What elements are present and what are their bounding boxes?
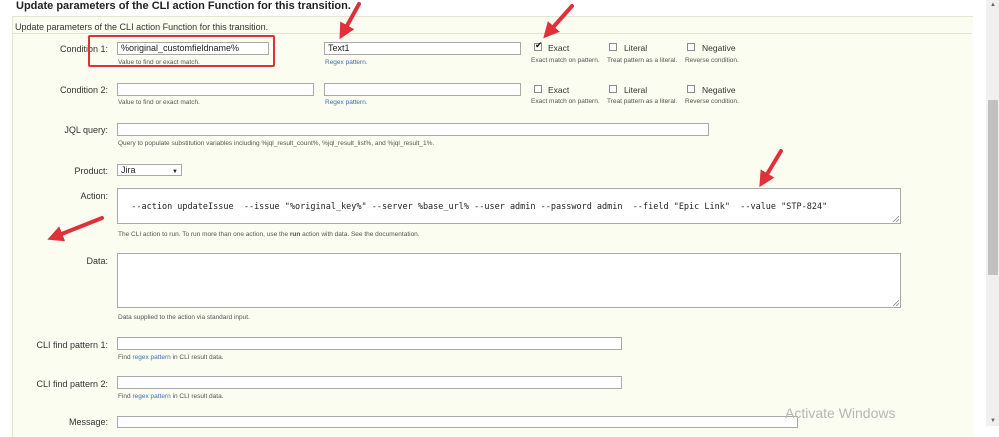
- condition2-negative-checkbox[interactable]: [687, 85, 695, 93]
- activate-windows-watermark: Activate Windows: [785, 405, 896, 421]
- cli-find2-help: Find regex pattern in CLI result data.: [118, 393, 224, 400]
- divider: [12, 33, 972, 34]
- condition2-exact-checkbox[interactable]: [534, 85, 542, 93]
- product-label: Product:: [74, 166, 108, 176]
- condition2-literal-checkbox[interactable]: [609, 85, 617, 93]
- action-label: Action:: [80, 191, 108, 201]
- scroll-up-arrow-icon[interactable]: ▲: [988, 1, 998, 9]
- action-textarea[interactable]: --action updateIssue --issue "%original_…: [117, 188, 901, 224]
- product-select[interactable]: Jira ▼: [117, 164, 182, 176]
- message-input[interactable]: [117, 416, 798, 428]
- panel-header: Update parameters of the CLI action Func…: [15, 22, 269, 32]
- action-value: --action updateIssue --issue "%original_…: [131, 202, 828, 212]
- condition1-exact-checkbox[interactable]: ✔: [534, 40, 543, 51]
- condition2-exact-label: Exact: [548, 85, 570, 95]
- cli-find2-input[interactable]: [117, 376, 622, 389]
- condition1-literal-help: Treat pattern as a literal.: [607, 57, 678, 64]
- data-help: Data supplied to the action via standard…: [118, 314, 250, 321]
- condition2-literal-label: Literal: [624, 85, 648, 95]
- annotation-highlight-box: [88, 35, 275, 67]
- page-title: Update parameters of the CLI action Func…: [16, 0, 351, 12]
- cli-find2-label: CLI find pattern 2:: [36, 379, 108, 389]
- condition2-negative-help: Reverse condition.: [685, 98, 739, 105]
- condition2-negative-label: Negative: [702, 85, 736, 95]
- condition1-exact-label: Exact: [548, 43, 570, 53]
- cli-find1-input[interactable]: [117, 337, 622, 350]
- jql-label: JQL query:: [64, 125, 108, 135]
- scrollbar-thumb[interactable]: [988, 100, 998, 275]
- data-textarea[interactable]: [117, 253, 901, 308]
- condition1-regex-help: Regex pattern.: [325, 59, 368, 66]
- regex-pattern-link[interactable]: regex pattern: [132, 393, 170, 400]
- resize-grip-icon[interactable]: [892, 299, 899, 306]
- condition1-literal-label: Literal: [624, 43, 648, 53]
- condition2-regex-input[interactable]: [324, 83, 521, 96]
- condition2-label: Condition 2:: [59, 85, 108, 95]
- condition2-value-help: Value to find or exact match.: [118, 99, 200, 106]
- regex-pattern-link[interactable]: regex pattern: [132, 354, 170, 361]
- condition1-negative-label: Negative: [702, 43, 736, 53]
- cli-find1-label: CLI find pattern 1:: [36, 340, 108, 350]
- dropdown-arrow-icon: ▼: [172, 169, 178, 175]
- condition2-exact-help: Exact match on pattern.: [531, 98, 600, 105]
- condition2-regex-help: Regex pattern.: [325, 99, 368, 106]
- action-help: The CLI action to run. To run more than …: [118, 231, 420, 238]
- scroll-down-arrow-icon[interactable]: ▼: [988, 417, 998, 425]
- data-label: Data:: [86, 256, 108, 266]
- condition2-literal-help: Treat pattern as a literal.: [607, 98, 678, 105]
- condition1-negative-checkbox[interactable]: [687, 43, 695, 51]
- condition2-value-input[interactable]: [117, 83, 314, 96]
- jql-input[interactable]: [117, 123, 709, 136]
- product-selected-value: Jira: [121, 165, 136, 175]
- resize-grip-icon[interactable]: [892, 215, 899, 222]
- parameters-panel: [12, 16, 973, 437]
- condition1-negative-help: Reverse condition.: [685, 57, 739, 64]
- check-icon: ✔: [535, 40, 543, 50]
- cli-find1-help: Find regex pattern in CLI result data.: [118, 354, 224, 361]
- condition1-regex-input[interactable]: Text1: [324, 42, 521, 55]
- condition1-literal-checkbox[interactable]: [609, 43, 617, 51]
- jql-help: Query to populate substitution variables…: [118, 140, 435, 147]
- condition1-exact-help: Exact match on pattern.: [531, 57, 600, 64]
